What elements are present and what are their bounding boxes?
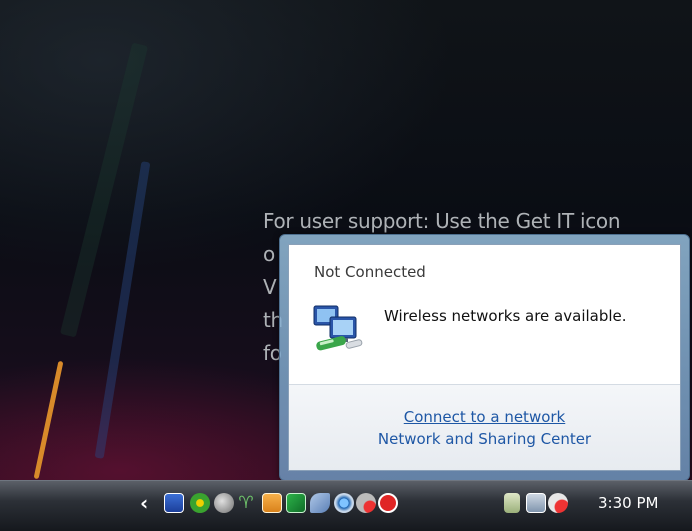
network-status-icon[interactable] — [334, 493, 354, 513]
network-sharing-center-link[interactable]: Network and Sharing Center — [289, 428, 680, 450]
network-disconnected-icon[interactable] — [356, 493, 376, 513]
network-error-icon[interactable] — [526, 493, 546, 513]
security-shield-icon[interactable] — [164, 493, 184, 513]
pen-tablet-icon[interactable] — [310, 493, 330, 513]
wireless-network-icon — [313, 305, 363, 351]
volume-muted-icon[interactable] — [548, 493, 568, 513]
wallpaper-streak — [33, 360, 64, 480]
green-gear-icon[interactable] — [190, 493, 210, 513]
messenger-icon[interactable] — [262, 493, 282, 513]
chevron-left-icon[interactable]: ‹ — [140, 493, 148, 513]
wireless-available-message: Wireless networks are available. — [384, 307, 627, 325]
wifi-signal-icon[interactable]: ♈ — [236, 493, 256, 513]
connect-to-network-link[interactable]: Connect to a network — [289, 406, 680, 428]
taskbar: ‹ ♈ 3:30 PM — [0, 480, 692, 531]
power-icon[interactable] — [504, 493, 520, 513]
chart-icon[interactable] — [286, 493, 306, 513]
connection-status-title: Not Connected — [314, 263, 426, 281]
network-flyout: Not Connected Wireless networks are avai… — [279, 234, 690, 481]
red-app-icon[interactable] — [378, 493, 398, 513]
flyout-content: Not Connected Wireless networks are avai… — [288, 244, 681, 471]
flyout-links-area: Connect to a network Network and Sharing… — [289, 384, 680, 470]
update-globe-icon[interactable] — [214, 493, 234, 513]
clock[interactable]: 3:30 PM — [598, 494, 658, 512]
wallpaper-streak — [59, 42, 149, 338]
